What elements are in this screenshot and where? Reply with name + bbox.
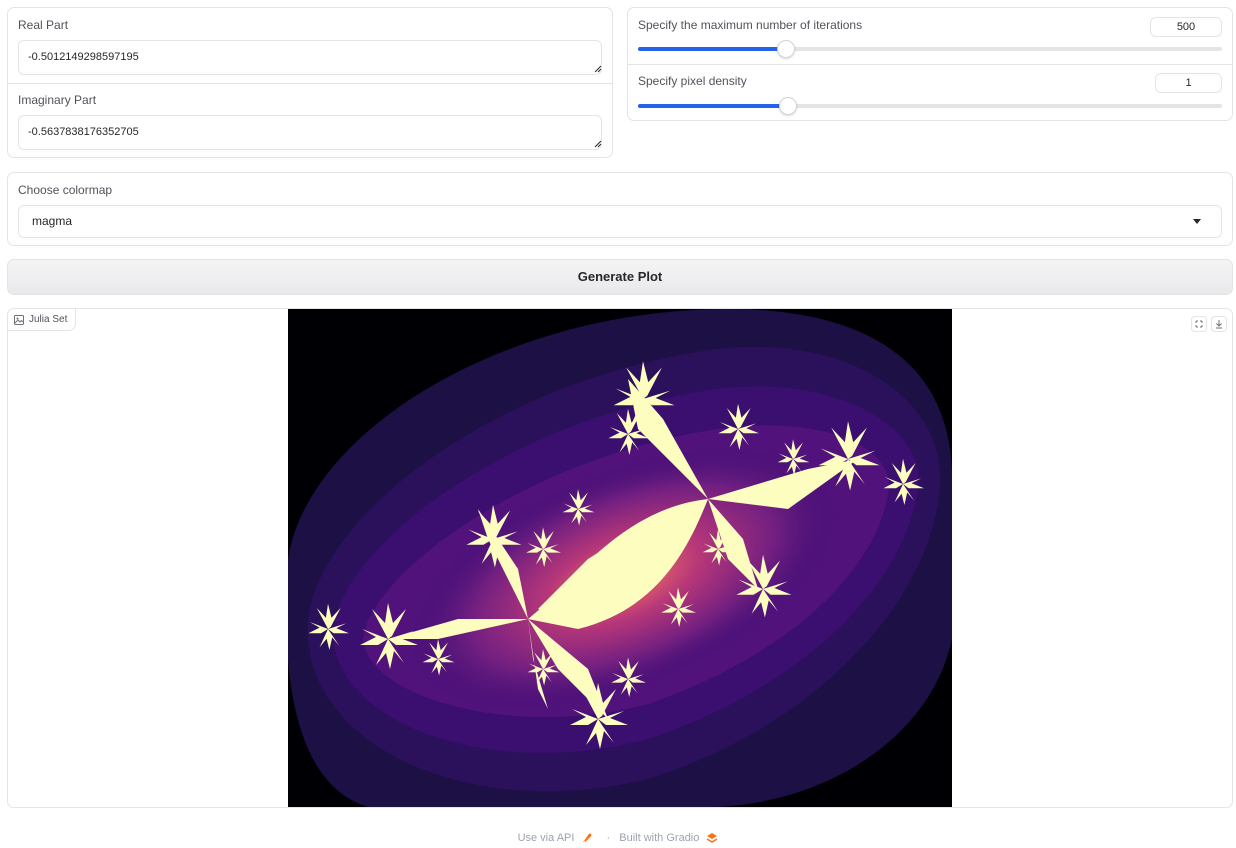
rocket-icon	[583, 833, 592, 843]
download-icon	[1216, 320, 1222, 329]
pixel-density-slider[interactable]	[638, 97, 1222, 115]
colormap-label: Choose colormap	[18, 183, 113, 197]
real-part-input[interactable]: -0.5012149298597195	[18, 40, 602, 75]
colormap-selected-value: magma	[32, 214, 73, 228]
fullscreen-icon	[1195, 320, 1203, 328]
pixel-density-label: Specify pixel density	[638, 74, 747, 88]
iterations-slider[interactable]	[638, 40, 1222, 58]
dropdown-caret-icon	[1193, 219, 1201, 224]
iterations-slider-thumb[interactable]	[777, 40, 796, 58]
panel-divider	[8, 83, 612, 84]
image-label-text: Julia Set	[29, 313, 68, 325]
image-label-badge: Julia Set	[8, 309, 77, 331]
imaginary-part-label: Imaginary Part	[18, 93, 97, 107]
fullscreen-button[interactable]	[1191, 316, 1207, 332]
footer-separator: ·	[606, 832, 611, 845]
use-via-api-link[interactable]: Use via API	[518, 832, 575, 844]
image-icon	[14, 314, 24, 325]
download-button[interactable]	[1211, 316, 1227, 332]
panel-divider	[628, 64, 1232, 65]
generate-plot-button[interactable]: Generate Plot	[7, 259, 1233, 295]
pixel-density-slider-thumb[interactable]	[779, 97, 798, 115]
real-part-label: Real Part	[18, 18, 69, 32]
complex-input-panel: Real Part -0.5012149298597195 Imaginary …	[7, 7, 613, 158]
gradio-logo-icon	[707, 833, 718, 843]
resize-handle-icon[interactable]	[594, 65, 602, 73]
pixel-density-slider-fill	[638, 104, 789, 108]
iterations-label: Specify the maximum number of iterations	[638, 18, 863, 32]
imaginary-part-input[interactable]: -0.5637838176352705	[18, 115, 602, 150]
image-output-panel: Julia Set	[7, 308, 1233, 808]
iterations-slider-fill	[638, 47, 787, 51]
built-with-gradio-link[interactable]: Built with Gradio	[619, 832, 699, 844]
colormap-panel: Choose colormap magma	[7, 172, 1233, 246]
resize-handle-icon[interactable]	[594, 140, 602, 148]
pixel-density-number-input[interactable]: 1	[1155, 73, 1222, 93]
julia-set-image	[288, 309, 952, 807]
settings-panel: Specify the maximum number of iterations…	[627, 7, 1233, 121]
footer: Use via API · Built with Gradio	[0, 832, 1236, 844]
iterations-number-input[interactable]: 500	[1150, 17, 1222, 37]
colormap-dropdown[interactable]: magma	[18, 205, 1222, 238]
